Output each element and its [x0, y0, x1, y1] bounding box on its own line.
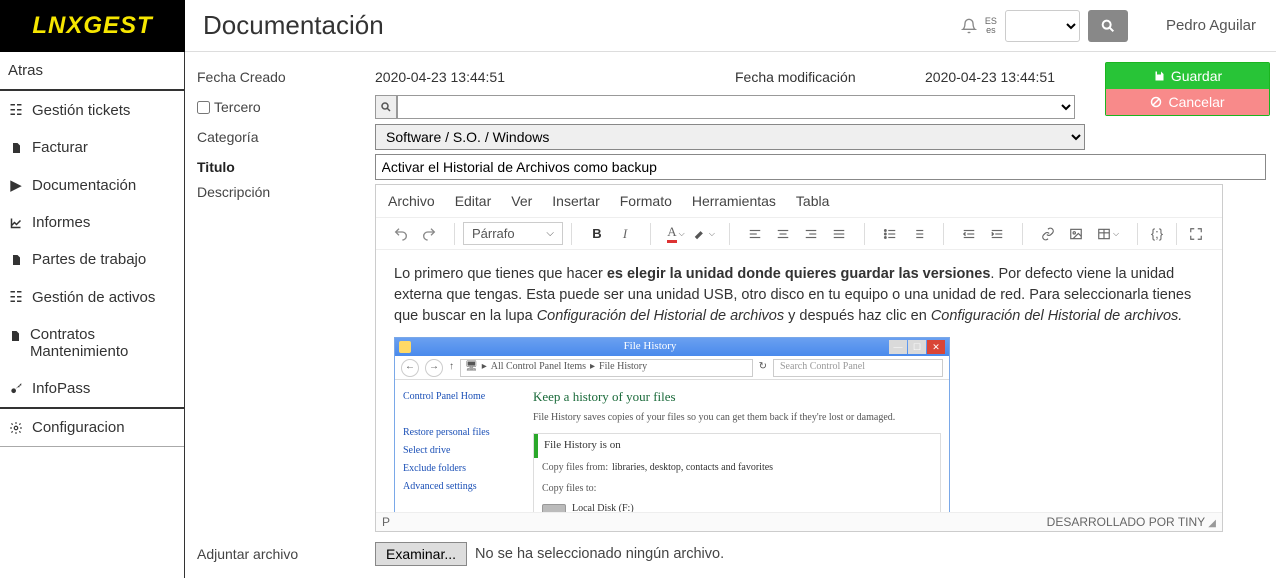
ul-icon[interactable]	[879, 223, 901, 245]
browse-button[interactable]: Examinar...	[375, 542, 467, 566]
search-button[interactable]	[1088, 10, 1128, 42]
save-button[interactable]: Guardar	[1106, 63, 1269, 89]
file-icon	[8, 253, 24, 267]
cancel-button[interactable]: Cancelar	[1106, 89, 1269, 115]
title-label: Titulo	[195, 159, 375, 175]
align-right-icon[interactable]	[800, 223, 822, 245]
brand-logo: LNXGEST	[0, 0, 185, 52]
description-label: Descripción	[195, 184, 375, 200]
sidebar-item-partes[interactable]: Partes de trabajo	[0, 241, 184, 278]
cog-icon	[8, 421, 24, 435]
menu-editar[interactable]: Editar	[455, 193, 492, 209]
bell-icon[interactable]	[961, 18, 977, 34]
sidebar-back[interactable]: Atras	[0, 52, 184, 89]
language-flag[interactable]: ES es	[985, 17, 997, 35]
no-file-text: No se ha seleccionado ningún archivo.	[475, 546, 724, 562]
sidebar: Atras ☷Gestión tickets Facturar ▶Documen…	[0, 52, 185, 578]
indent-icon[interactable]	[986, 223, 1008, 245]
italic-icon[interactable]: I	[614, 223, 636, 245]
align-center-icon[interactable]	[772, 223, 794, 245]
tercero-select[interactable]	[397, 95, 1075, 119]
align-left-icon[interactable]	[744, 223, 766, 245]
menu-ver[interactable]: Ver	[511, 193, 532, 209]
undo-icon[interactable]	[390, 223, 412, 245]
file-icon	[8, 141, 24, 155]
lookup-button[interactable]	[375, 95, 397, 119]
highlight-icon[interactable]: ⌵	[693, 223, 715, 245]
rich-editor: Archivo Editar Ver Insertar Formato Herr…	[375, 184, 1223, 532]
category-label: Categoría	[195, 129, 375, 145]
sidebar-item-activos[interactable]: ☷Gestión de activos	[0, 278, 184, 316]
menu-formato[interactable]: Formato	[620, 193, 672, 209]
align-justify-icon[interactable]	[828, 223, 850, 245]
title-input[interactable]	[375, 154, 1267, 180]
table-icon[interactable]: ⌵	[1093, 223, 1123, 245]
sidebar-item-contratos[interactable]: Contratos Mantenimiento	[0, 316, 184, 370]
action-buttons: Guardar Cancelar	[1105, 62, 1270, 116]
key-icon	[8, 382, 24, 396]
play-icon: ▶	[8, 176, 24, 194]
menu-archivo[interactable]: Archivo	[388, 193, 435, 209]
code-icon[interactable]: {;}	[1146, 223, 1168, 245]
paragraph-select[interactable]: Párrafo⌵	[463, 222, 563, 245]
sidebar-item-facturar[interactable]: Facturar	[0, 129, 184, 166]
outdent-icon[interactable]	[958, 223, 980, 245]
editor-content[interactable]: Lo primero que tienes que hacer es elegi…	[376, 250, 1222, 512]
embedded-screenshot: File History —☐✕ ←→↑ 🖥▸All Control Panel…	[394, 337, 950, 512]
tercero-checkbox[interactable]	[197, 101, 210, 114]
image-icon[interactable]	[1065, 223, 1087, 245]
page-title: Documentación	[203, 10, 961, 41]
category-select[interactable]: Software / S.O. / Windows	[375, 124, 1085, 150]
sidebar-item-config[interactable]: Configuracion	[0, 409, 184, 446]
redo-icon[interactable]	[418, 223, 440, 245]
ol-icon[interactable]	[907, 223, 929, 245]
created-value: 2020-04-23 13:44:51	[375, 69, 735, 85]
menu-herramientas[interactable]: Herramientas	[692, 193, 776, 209]
tercero-label: Tercero	[214, 99, 261, 115]
link-icon[interactable]	[1037, 223, 1059, 245]
bold-icon[interactable]: B	[586, 223, 608, 245]
sidebar-item-documentacion[interactable]: ▶Documentación	[0, 166, 184, 204]
eye-icon: ☷	[8, 288, 24, 306]
menu-tabla[interactable]: Tabla	[796, 193, 829, 209]
textcolor-icon[interactable]: A⌵	[665, 223, 687, 245]
editor-toolbar: Párrafo⌵ B I A⌵ ⌵	[376, 218, 1222, 250]
top-select[interactable]	[1005, 10, 1080, 42]
created-label: Fecha Creado	[195, 69, 375, 85]
tercero-row: Tercero	[195, 99, 375, 115]
chart-icon	[8, 217, 24, 229]
username[interactable]: Pedro Aguilar	[1166, 17, 1256, 34]
file-icon	[8, 329, 22, 343]
menu-insertar[interactable]: Insertar	[552, 193, 599, 209]
sidebar-item-tickets[interactable]: ☷Gestión tickets	[0, 91, 184, 129]
fullscreen-icon[interactable]	[1185, 223, 1207, 245]
editor-path: P	[382, 515, 390, 529]
sidebar-item-informes[interactable]: Informes	[0, 204, 184, 241]
editor-powered: DESARROLLADO POR TINY ◢	[1047, 515, 1216, 529]
sidebar-item-infopass[interactable]: InfoPass	[0, 370, 184, 407]
dashboard-icon: ☷	[8, 101, 24, 119]
editor-menubar: Archivo Editar Ver Insertar Formato Herr…	[376, 185, 1222, 218]
modified-label: Fecha modificación	[735, 69, 925, 85]
attach-label: Adjuntar archivo	[195, 546, 375, 562]
